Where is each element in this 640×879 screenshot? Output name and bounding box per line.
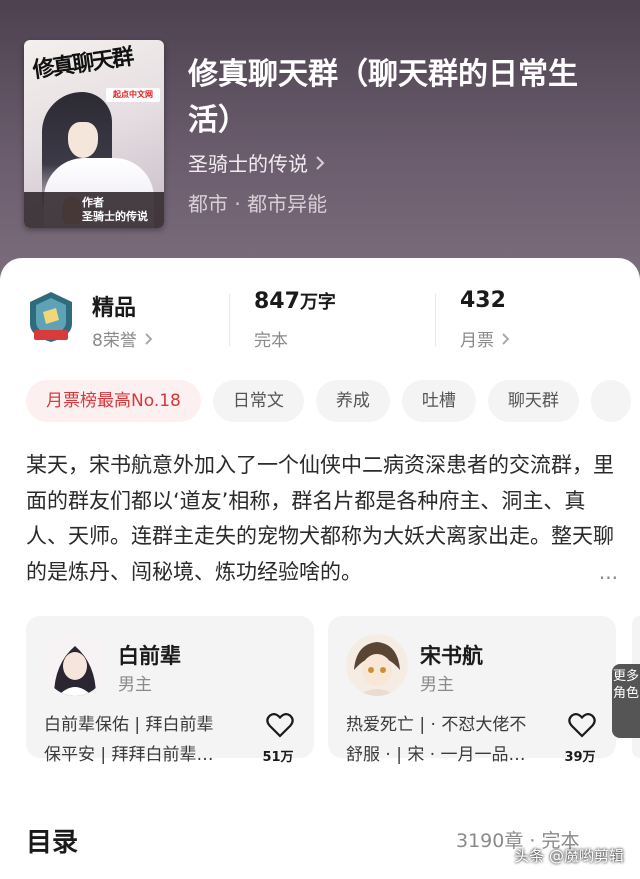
tag-rank[interactable]: 月票榜最高No.18 (26, 380, 201, 422)
character-name: 宋书航 (420, 644, 483, 668)
stat-divider (435, 294, 436, 346)
tag-item[interactable]: 吐槽 (401, 380, 476, 422)
chevron-right-icon (316, 155, 325, 170)
book-genre[interactable]: 都市 · 都市异能 (188, 188, 327, 217)
book-cover[interactable]: 修真聊天群 起点中文网 作者 圣骑士的传说 (24, 40, 164, 228)
honor-shield-icon[interactable] (26, 290, 76, 344)
book-header: 修真聊天群 起点中文网 作者 圣骑士的传说 修真聊天群（聊天群的日常生活） 圣骑… (0, 0, 640, 290)
cover-author-name: 圣骑士的传说 (82, 210, 148, 223)
like-count: 39万 (564, 750, 596, 765)
description-expand[interactable]: ... (572, 555, 618, 589)
honor-label: 精品 (92, 296, 137, 321)
cover-illustration-face (68, 122, 98, 158)
character-avatar-image (346, 634, 408, 696)
chevron-right-icon (502, 332, 510, 345)
stats-row: 精品 8荣誉 847万字 完本 432 月票 (0, 258, 640, 368)
character-tags-line: 热爱死亡 | · 不怼大佬不 (346, 715, 527, 735)
toc-title[interactable]: 目录 (26, 822, 78, 859)
character-avatar (346, 634, 408, 696)
word-count: 847万字 (254, 288, 336, 314)
more-roles-button[interactable]: 更多角色 (612, 664, 640, 738)
book-detail-card: 精品 8荣誉 847万字 完本 432 月票 月票榜最高No.18 日常文 养成… (0, 258, 640, 879)
honor-count-link[interactable]: 8荣誉 (92, 326, 155, 351)
character-card[interactable]: 宋书航 男主 热爱死亡 | · 不怼大佬不 舒服 · | 宋 · 一月一品… 3… (328, 616, 616, 765)
monthly-ticket-label: 月票 (460, 331, 494, 351)
character-tags: 热爱死亡 | · 不怼大佬不 舒服 · | 宋 · 一月一品… (346, 710, 546, 770)
completion-status: 完本 (254, 331, 288, 351)
like-count: 51万 (262, 750, 294, 765)
heart-icon[interactable] (568, 712, 596, 738)
cover-title-art: 修真聊天群 (31, 43, 134, 84)
monthly-ticket-count: 432 (460, 288, 506, 313)
cover-publisher-badge: 起点中文网 (106, 88, 160, 102)
book-title: 修真聊天群（聊天群的日常生活） (188, 57, 578, 138)
character-role: 男主 (118, 675, 152, 695)
tag-list: 月票榜最高No.18 日常文 养成 吐槽 聊天群 (26, 380, 631, 422)
honor-count: 8荣誉 (92, 331, 137, 351)
author-name: 圣骑士的传说 (188, 152, 308, 176)
character-tags-line: 舒服 · | 宋 · 一月一品… (346, 745, 526, 765)
cover-author-label: 作者 (82, 196, 104, 209)
character-avatar (44, 634, 106, 696)
chevron-right-icon (145, 332, 153, 345)
monthly-ticket-link[interactable]: 月票 (460, 326, 512, 351)
character-tags-line: 白前辈保佑 | 拜白前辈 (44, 715, 214, 735)
character-tags-line: 保平安 | 拜拜白前辈… (44, 745, 214, 765)
character-role: 男主 (420, 675, 454, 695)
character-card[interactable]: 白前辈 男主 白前辈保佑 | 拜白前辈 保平安 | 拜拜白前辈… 51万 (26, 616, 314, 765)
character-avatar-image (44, 634, 106, 696)
stat-divider (229, 294, 230, 346)
tag-item[interactable]: 聊天群 (487, 380, 579, 422)
tag-item[interactable]: 养成 (315, 380, 390, 422)
character-tags: 白前辈保佑 | 拜白前辈 保平安 | 拜拜白前辈… (44, 710, 244, 770)
author-link[interactable]: 圣骑士的传说 (188, 148, 326, 177)
tag-item[interactable]: 日常文 (212, 380, 304, 422)
tag-item-overflow[interactable] (590, 380, 631, 422)
watermark: 头条 @魔哟剪辑 (514, 847, 624, 865)
character-name: 白前辈 (118, 644, 181, 668)
word-count-unit: 万字 (299, 292, 336, 313)
word-count-value: 847 (254, 289, 300, 314)
cover-author-banner: 作者 圣骑士的传说 (24, 192, 164, 228)
book-description[interactable]: 某天，宋书航意外加入了一个仙侠中二病资深患者的交流群，里面的群友们都以‘道友’相… (26, 448, 618, 590)
heart-icon[interactable] (266, 712, 294, 738)
